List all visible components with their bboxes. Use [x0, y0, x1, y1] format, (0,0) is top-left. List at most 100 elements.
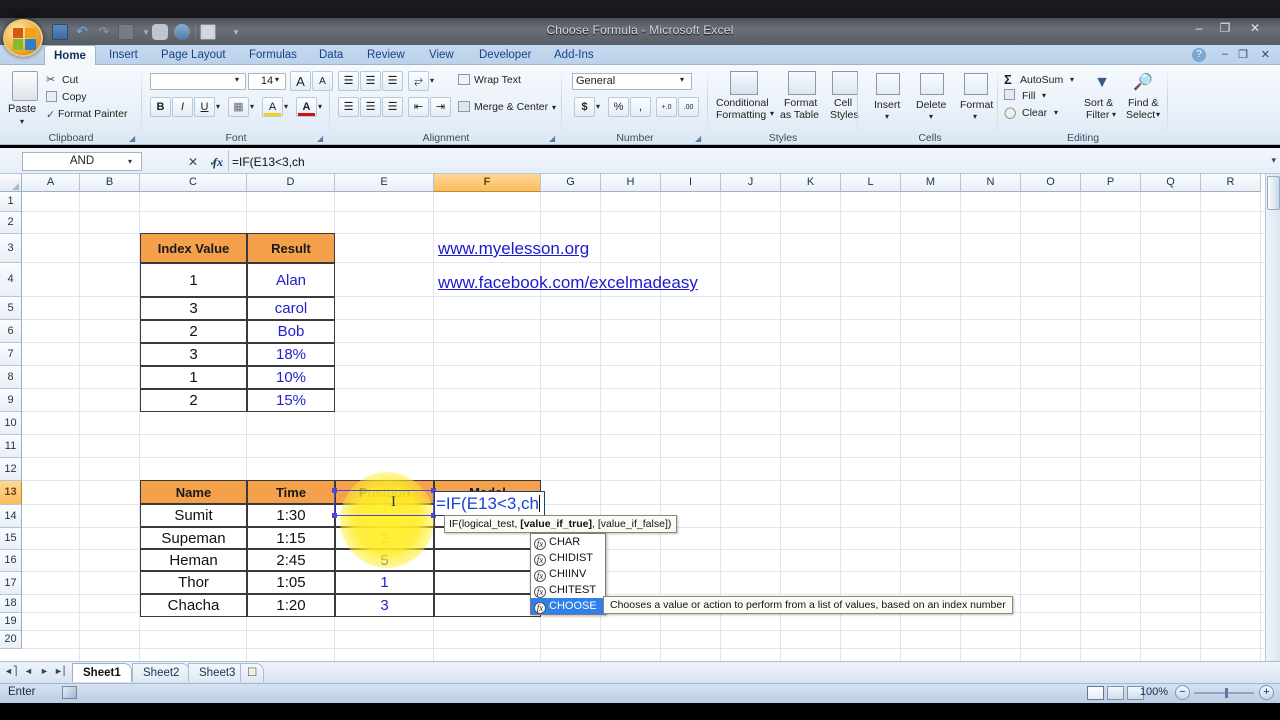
normal-view-button[interactable]	[1087, 686, 1104, 700]
align-right-button[interactable]: ☰	[382, 97, 403, 117]
borders-dropdown-icon[interactable]: ▾	[250, 102, 254, 111]
column-header-L[interactable]: L	[841, 174, 901, 192]
cut-button[interactable]: Cut	[62, 74, 78, 86]
insert-dropdown-icon[interactable]: ▾	[885, 112, 889, 121]
cell-E14-position[interactable]: 2	[335, 527, 434, 549]
ribbon-restore-button[interactable]: ❐	[1238, 48, 1248, 61]
clipboard-dialog-launcher-icon[interactable]: ◢	[129, 134, 138, 143]
column-header-A[interactable]: A	[22, 174, 80, 192]
format-cells-icon[interactable]	[964, 73, 988, 95]
save-icon[interactable]	[52, 24, 68, 40]
cell-F4-link-facebook[interactable]: www.facebook.com/excelmadeasy	[438, 270, 698, 296]
insert-cells-button[interactable]: Insert	[874, 99, 900, 111]
cell-styles-button[interactable]: Cell	[834, 97, 852, 109]
formula-autocomplete-list[interactable]: fx CHAR fx CHIDIST fx CHIINV fx CHITEST fx CH…	[530, 533, 606, 615]
print-preview-icon[interactable]	[118, 24, 134, 40]
cell-D16-time[interactable]: 1:05	[247, 571, 335, 594]
font-name-input[interactable]	[150, 73, 246, 90]
insert-cells-icon[interactable]	[876, 73, 900, 95]
grow-font-button[interactable]: A	[290, 71, 311, 91]
name-box[interactable]: AND	[22, 152, 142, 171]
undo-icon[interactable]: ↶	[74, 24, 90, 40]
tab-data[interactable]: Data	[310, 45, 352, 65]
tab-insert[interactable]: Insert	[100, 45, 147, 65]
find-select-button[interactable]: Find &	[1128, 97, 1158, 109]
align-center-button[interactable]: ☰	[360, 97, 381, 117]
worksheet-grid[interactable]: A B C D E F G H I J K L M N O P Q R 1 2 …	[0, 174, 1280, 661]
conditional-formatting-dropdown-icon[interactable]: ▾	[770, 109, 774, 118]
cell-styles-icon[interactable]	[832, 71, 858, 95]
column-header-N[interactable]: N	[961, 174, 1021, 192]
decrease-indent-button[interactable]: ⇤	[408, 97, 429, 117]
office-button[interactable]	[3, 19, 43, 57]
row-header-2[interactable]: 2	[0, 212, 22, 234]
vertical-scrollbar[interactable]	[1265, 174, 1280, 661]
column-header-M[interactable]: M	[901, 174, 961, 192]
row-header-9[interactable]: 9	[0, 389, 22, 412]
delete-dropdown-icon[interactable]: ▾	[929, 112, 933, 121]
tab-developer[interactable]: Developer	[470, 45, 540, 65]
number-format-select[interactable]: General	[572, 73, 692, 90]
zoom-level-label[interactable]: 100%	[1140, 686, 1168, 698]
cell-C16-name[interactable]: Thor	[140, 571, 247, 594]
align-bottom-button[interactable]: ☰	[382, 71, 403, 91]
row-header-12[interactable]: 12	[0, 458, 22, 481]
wrap-text-button[interactable]: Wrap Text	[474, 74, 521, 86]
currency-button[interactable]: $	[574, 97, 595, 117]
format-as-table-button[interactable]: Format	[784, 97, 817, 109]
sort-filter-button-line2[interactable]: Filter	[1086, 109, 1109, 121]
tab-home[interactable]: Home	[44, 45, 96, 66]
zoom-slider-track[interactable]	[1194, 692, 1254, 694]
cell-D12-time-header[interactable]: Time	[247, 480, 335, 504]
column-header-C[interactable]: C	[140, 174, 247, 192]
delete-cells-button[interactable]: Delete	[916, 99, 946, 111]
cell-D3-result-header[interactable]: Result	[247, 233, 335, 263]
number-format-dropdown-icon[interactable]: ▾	[680, 75, 684, 84]
row-header-6[interactable]: 6	[0, 320, 22, 343]
column-header-R[interactable]: R	[1201, 174, 1261, 192]
borders-button[interactable]: ▦	[228, 97, 249, 117]
sort-filter-button[interactable]: Sort &	[1084, 97, 1113, 109]
column-header-P[interactable]: P	[1081, 174, 1141, 192]
merge-center-button[interactable]: Merge & Center	[474, 101, 548, 113]
cell-C15-name[interactable]: Heman	[140, 549, 247, 571]
zoom-out-button[interactable]: −	[1175, 685, 1190, 700]
cell-D7-result[interactable]: 18%	[247, 343, 335, 366]
cell-D5-result[interactable]: carol	[247, 297, 335, 320]
cell-D17-time[interactable]: 1:20	[247, 594, 335, 617]
sort-filter-icon[interactable]: ▼	[1090, 71, 1114, 95]
cell-C14-name[interactable]: Supeman	[140, 527, 247, 549]
cell-D15-time[interactable]: 2:45	[247, 549, 335, 571]
align-top-button[interactable]: ☰	[338, 71, 359, 91]
font-name-dropdown-icon[interactable]: ▾	[235, 75, 239, 84]
cell-C13-name[interactable]: Sumit	[140, 504, 247, 527]
cell-F3-link-myelesson[interactable]: www.myelesson.org	[438, 236, 589, 262]
cell-D13-time[interactable]: 1:30	[247, 504, 335, 527]
last-sheet-button[interactable]: ►⎢	[54, 665, 67, 679]
cell-E15-position[interactable]: 5	[335, 549, 434, 571]
paste-icon[interactable]	[12, 71, 38, 101]
autocomplete-item-char[interactable]: fx CHAR	[531, 534, 605, 550]
name-box-dropdown-icon[interactable]: ▾	[128, 157, 132, 166]
cell-F15-medal[interactable]	[434, 549, 541, 571]
column-header-I[interactable]: I	[661, 174, 721, 192]
row-header-4[interactable]: 4	[0, 263, 22, 297]
format-painter-button[interactable]: Format Painter	[58, 108, 127, 120]
insert-function-button[interactable]: fx	[210, 154, 226, 170]
bold-button[interactable]: B	[150, 97, 171, 117]
comment-icon[interactable]	[152, 24, 168, 40]
copy-button[interactable]: Copy	[62, 91, 87, 103]
alignment-dialog-launcher-icon[interactable]: ◢	[549, 134, 558, 143]
paste-dropdown-icon[interactable]: ▾	[20, 117, 24, 126]
delete-cells-icon[interactable]	[920, 73, 944, 95]
glasses-icon[interactable]	[174, 24, 190, 40]
restore-button[interactable]: ❐	[1214, 20, 1236, 36]
vertical-scrollbar-thumb[interactable]	[1267, 176, 1280, 210]
page-layout-view-button[interactable]	[1107, 686, 1124, 700]
next-sheet-button[interactable]: ►	[38, 665, 51, 679]
autocomplete-item-choose[interactable]: fx CHOOSE	[531, 598, 605, 614]
cell-C7-index[interactable]: 3	[140, 343, 247, 366]
cell-C17-name[interactable]: Chacha	[140, 594, 247, 617]
cell-C12-name-header[interactable]: Name	[140, 480, 247, 504]
tab-view[interactable]: View	[420, 45, 463, 65]
